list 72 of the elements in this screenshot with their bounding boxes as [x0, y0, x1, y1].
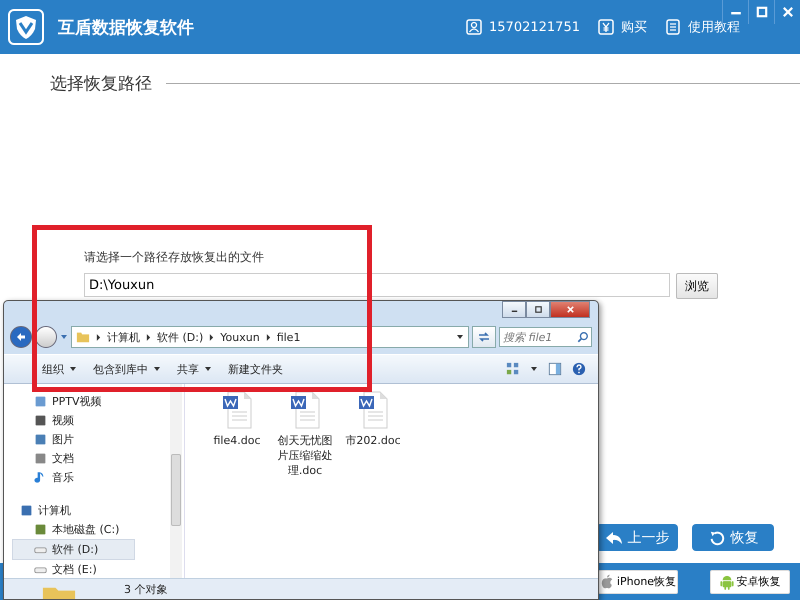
- refresh-icon: [708, 530, 726, 546]
- toolbar-button[interactable]: 共享: [173, 358, 216, 380]
- toolbar-button[interactable]: 新建文件夹: [224, 358, 287, 380]
- folder-icon: [76, 330, 90, 344]
- navigation-item[interactable]: 软件 (D:): [12, 539, 135, 560]
- shield-logo-icon: [8, 9, 44, 45]
- address-bar[interactable]: 计算机 软件 (D:) Youxun file1: [71, 326, 469, 348]
- file-item[interactable]: 市202.doc: [341, 390, 405, 449]
- section-title: 选择恢复路径: [50, 73, 152, 95]
- forward-button[interactable]: [35, 326, 57, 348]
- breadcrumb-item[interactable]: 软件 (D:): [157, 330, 204, 344]
- chevron-icon: [146, 334, 151, 340]
- refresh-button[interactable]: [472, 326, 496, 348]
- tutorial-link[interactable]: 使用教程: [665, 18, 740, 36]
- browse-button[interactable]: 浏览: [676, 273, 718, 299]
- dropdown-caret-icon: [69, 365, 77, 373]
- preview-pane-icon[interactable]: [548, 362, 562, 376]
- navigation-item[interactable]: PPTV视频: [4, 392, 134, 411]
- back-arrow-icon: [604, 530, 622, 546]
- maximize-icon: [756, 6, 768, 18]
- navigation-item[interactable]: 音乐: [4, 468, 134, 487]
- back-button[interactable]: 上一步: [596, 524, 678, 551]
- maximize-button[interactable]: [526, 301, 550, 318]
- toolbar-button[interactable]: 包含到库中: [89, 358, 165, 380]
- search-icon: [577, 331, 589, 343]
- back-arrow-icon: [15, 331, 27, 343]
- android-restore-button[interactable]: 安卓恢复: [710, 570, 790, 594]
- scrollbar[interactable]: [170, 384, 182, 578]
- buy-link[interactable]: 购买: [598, 18, 647, 36]
- account-link[interactable]: 15702121751: [466, 18, 580, 36]
- dropdown-caret-icon[interactable]: [456, 333, 464, 341]
- dropdown-caret-icon: [204, 365, 212, 373]
- two-arrows-icon: [477, 330, 491, 344]
- android-icon: [720, 574, 734, 590]
- file-item[interactable]: 创天无忧图片压缩缩处理.doc: [273, 390, 337, 479]
- word-document-icon: [222, 390, 252, 430]
- dropdown-caret-icon[interactable]: [530, 365, 538, 373]
- close-icon: [566, 305, 574, 314]
- navigation-item[interactable]: 本地磁盘 (C:): [4, 520, 134, 539]
- close-button[interactable]: [550, 301, 590, 318]
- dropdown-caret-icon: [153, 365, 161, 373]
- navigation-item[interactable]: 图片: [4, 430, 134, 449]
- restore-button[interactable]: 恢复: [692, 524, 774, 551]
- apple-icon: [600, 574, 614, 590]
- search-field[interactable]: 搜索 file1: [499, 327, 592, 347]
- user-icon: [466, 19, 482, 35]
- yen-icon: [598, 19, 614, 35]
- path-prompt: 请选择一个路径存放恢复出的文件: [84, 249, 265, 266]
- status-text: 3 个对象: [124, 582, 168, 596]
- breadcrumb-item[interactable]: Youxun: [220, 330, 260, 344]
- close-icon: [782, 6, 794, 18]
- help-icon[interactable]: [572, 362, 586, 376]
- word-document-icon: [358, 390, 388, 430]
- chevron-icon: [209, 334, 214, 340]
- breadcrumb-item[interactable]: 计算机: [107, 330, 140, 344]
- breadcrumb-item[interactable]: file1: [276, 330, 300, 344]
- navigation-item[interactable]: 计算机: [4, 501, 134, 520]
- chevron-icon: [266, 334, 271, 340]
- chevron-icon: [96, 334, 101, 340]
- iphone-restore-button[interactable]: iPhone恢复: [598, 570, 678, 594]
- toolbar-button[interactable]: 组织: [38, 358, 81, 380]
- maximize-icon: [534, 305, 542, 314]
- back-button[interactable]: [10, 326, 32, 348]
- view-options-icon[interactable]: [506, 362, 520, 376]
- app-title: 互盾数据恢复软件: [58, 16, 194, 38]
- file-item[interactable]: file4.doc: [205, 390, 269, 449]
- navigation-item[interactable]: 文档: [4, 449, 134, 468]
- navigation-item[interactable]: 视频: [4, 411, 134, 430]
- path-field[interactable]: D:\Youxun: [84, 273, 670, 297]
- document-icon: [665, 19, 681, 35]
- navigation-item[interactable]: 文档 (E:): [4, 560, 134, 579]
- word-document-icon: [290, 390, 320, 430]
